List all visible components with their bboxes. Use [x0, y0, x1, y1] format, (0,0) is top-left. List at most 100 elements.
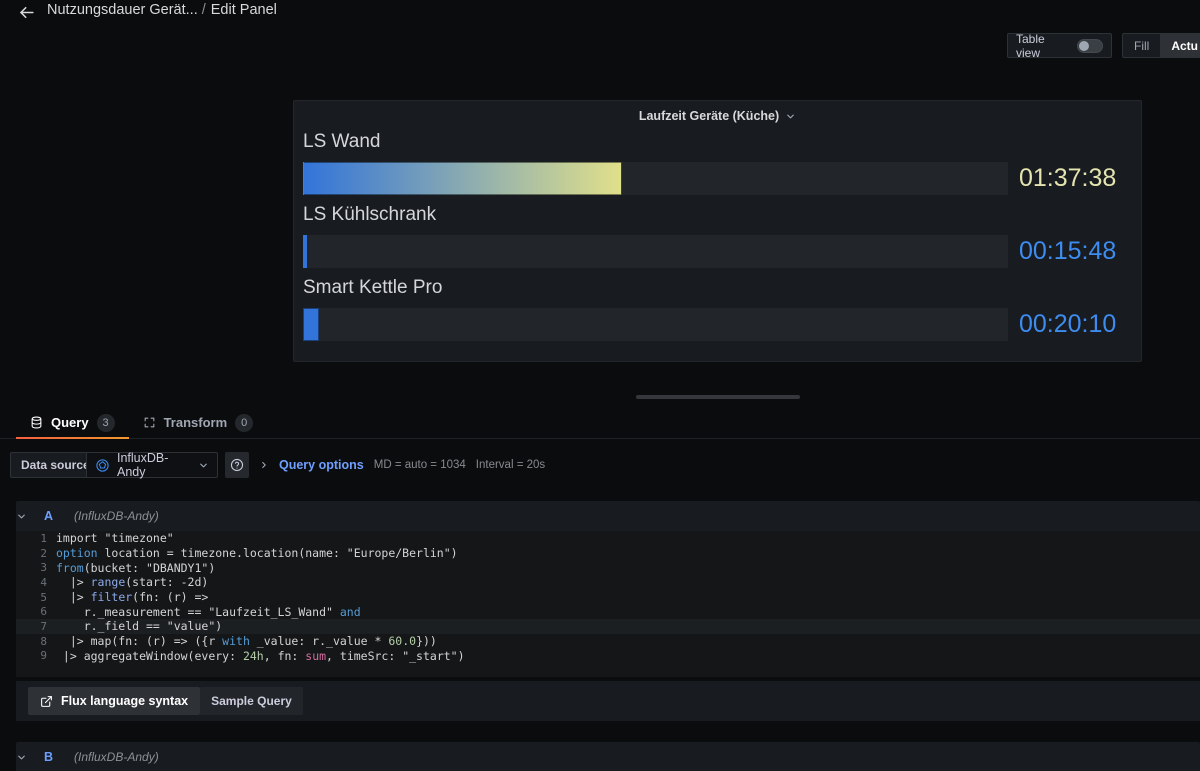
sample-query-button[interactable]: Sample Query: [200, 687, 303, 715]
bargauge-row: Smart Kettle Pro 00:20:10: [303, 277, 1132, 350]
edit-panel-screen: Nutzungsdauer Gerät... / Edit Panel Tabl…: [0, 0, 1200, 771]
datasource-row: Data source InfluxDB-Andy Query options …: [0, 449, 1200, 481]
code-text: import "timezone": [56, 531, 174, 546]
bargauge-row: LS Wand 01:37:38: [303, 131, 1132, 204]
code-line[interactable]: 5 |> filter(fn: (r) =>: [16, 590, 1200, 605]
query-options-button[interactable]: Query options: [279, 458, 364, 472]
bargauge-label: LS Wand: [303, 131, 381, 152]
code-line[interactable]: 1 import "timezone": [16, 531, 1200, 546]
query-row-a-header[interactable]: A (InfluxDB-Andy): [16, 501, 1200, 531]
help-circle-icon: [230, 458, 244, 472]
bargauge-fill: [303, 235, 307, 268]
tab-query-label: Query: [51, 415, 89, 430]
interval-info: Interval = 20s: [475, 459, 546, 471]
flux-language-syntax-link[interactable]: Flux language syntax: [28, 687, 201, 715]
bargauge-value: 00:15:48: [1019, 237, 1117, 265]
panel-title: Laufzeit Geräte (Küche): [638, 109, 780, 123]
database-icon: [30, 416, 43, 429]
panel-preview: Laufzeit Geräte (Küche) LS Wand 01:37:38…: [293, 100, 1142, 362]
editor-tabs: Query 3 Transform 0: [0, 406, 1200, 439]
table-view-label: Table view: [1016, 31, 1045, 60]
query-b-datasource: (InfluxDB-Andy): [74, 750, 159, 764]
datasource-selected-value: InfluxDB-Andy: [117, 451, 169, 479]
line-number: 6: [40, 605, 47, 619]
line-number: 8: [40, 634, 47, 648]
bargauge-line: 00:15:48: [303, 235, 1132, 268]
code-line[interactable]: 3 from(bucket: "DBANDY1"): [16, 560, 1200, 575]
bargauge-line: 00:20:10: [303, 308, 1132, 341]
max-data-points-info: MD = auto = 1034: [373, 459, 466, 471]
segment-actual[interactable]: Actu: [1160, 34, 1200, 57]
bargauge-label: LS Kühlschrank: [303, 204, 437, 225]
code-line[interactable]: 6 r._measurement == "Laufzeit_LS_Wand" a…: [16, 604, 1200, 619]
query-options-row: Query options MD = auto = 1034 Interval …: [259, 452, 545, 478]
breadcrumb-separator: /: [201, 2, 206, 18]
code-line[interactable]: 7 r._field == "value"): [16, 619, 1200, 634]
code-text: |> range(start: -2d): [56, 575, 209, 590]
panel-resize-handle[interactable]: [636, 395, 800, 399]
bargauge-body: LS Wand 01:37:38 LS Kühlschrank 00:15:48: [294, 131, 1141, 350]
code-text: r._field == "value"): [56, 619, 223, 634]
line-number: 1: [40, 531, 47, 545]
code-line[interactable]: 4 |> range(start: -2d): [16, 575, 1200, 590]
code-line[interactable]: 8 |> map(fn: (r) => ({r with _value: r._…: [16, 634, 1200, 649]
chevron-right-icon[interactable]: [259, 460, 269, 470]
bargauge-line: 01:37:38: [303, 162, 1132, 195]
flux-code-editor[interactable]: 1 import "timezone" 2 option location = tim…: [16, 531, 1200, 677]
external-link-icon: [40, 695, 53, 708]
tab-transform[interactable]: Transform 0: [129, 406, 268, 439]
code-line[interactable]: 2 option location = timezone.location(nam…: [16, 546, 1200, 561]
line-number: 4: [40, 575, 47, 589]
code-text: from(bucket: "DBANDY1"): [56, 560, 216, 575]
datasource-help-button[interactable]: [225, 452, 249, 478]
bargauge-track: [303, 308, 1008, 341]
toggle-knob: [1078, 40, 1089, 51]
sample-query-label: Sample Query: [211, 694, 292, 708]
line-number: 5: [40, 590, 47, 604]
bargauge-fill: [303, 162, 622, 195]
panel-header[interactable]: Laufzeit Geräte (Küche): [294, 101, 1141, 131]
breadcrumb-page-title: Edit Panel: [210, 2, 277, 18]
line-number: 9: [40, 649, 47, 663]
breadcrumb: Nutzungsdauer Gerät... / Edit Panel: [47, 0, 277, 20]
breadcrumb-dashboard-title[interactable]: Nutzungsdauer Gerät...: [47, 2, 198, 18]
editor-footer: Flux language syntax Sample Query: [16, 681, 1200, 721]
tab-transform-label: Transform: [163, 415, 228, 430]
chevron-down-icon[interactable]: [785, 111, 796, 122]
table-view-toggle[interactable]: [1076, 38, 1103, 53]
datasource-picker[interactable]: InfluxDB-Andy: [86, 451, 218, 479]
bargauge-value: 01:37:38: [1019, 164, 1117, 192]
table-view-control[interactable]: Table view: [1007, 31, 1112, 60]
top-bar: Nutzungsdauer Gerät... / Edit Panel: [0, 0, 1200, 30]
flux-link-label: Flux language syntax: [61, 694, 189, 708]
bargauge-value: 00:20:10: [1019, 310, 1117, 338]
bargauge-track: [303, 235, 1008, 268]
query-b-collapse-icon[interactable]: [16, 752, 44, 763]
back-arrow-icon[interactable]: [14, 0, 38, 24]
code-line[interactable]: 9 |> aggregateWindow(every: 24h, fn: sum…: [16, 649, 1200, 664]
code-text: |> map(fn: (r) => ({r with _value: r._va…: [56, 634, 437, 649]
bargauge-fill: [303, 308, 320, 341]
influxdb-icon: [95, 458, 110, 473]
chevron-down-icon[interactable]: [198, 460, 209, 471]
query-row-b-header[interactable]: B (InfluxDB-Andy): [16, 742, 1200, 771]
line-number: 2: [40, 546, 47, 560]
transform-icon: [143, 416, 156, 429]
line-number: 7: [40, 619, 47, 633]
line-number: 3: [40, 561, 47, 575]
query-b-refid[interactable]: B: [44, 750, 74, 764]
code-text: r._measurement == "Laufzeit_LS_Wand" and: [56, 604, 361, 619]
bargauge-track: [303, 162, 1008, 195]
bargauge-label: Smart Kettle Pro: [303, 277, 443, 298]
tab-query-badge: 3: [96, 413, 115, 432]
bargauge-row: LS Kühlschrank 00:15:48: [303, 204, 1132, 277]
query-a-collapse-icon[interactable]: [16, 511, 44, 522]
code-text: |> filter(fn: (r) =>: [56, 590, 209, 605]
query-a-refid[interactable]: A: [44, 509, 74, 523]
segment-fill[interactable]: Fill: [1123, 34, 1160, 57]
query-a-datasource: (InfluxDB-Andy): [74, 509, 159, 523]
fill-actual-segmented-control[interactable]: Fill Actu: [1122, 33, 1200, 58]
code-text: option location = timezone.location(name…: [56, 546, 458, 561]
tab-query[interactable]: Query 3: [16, 406, 129, 439]
tab-transform-badge: 0: [235, 413, 254, 432]
